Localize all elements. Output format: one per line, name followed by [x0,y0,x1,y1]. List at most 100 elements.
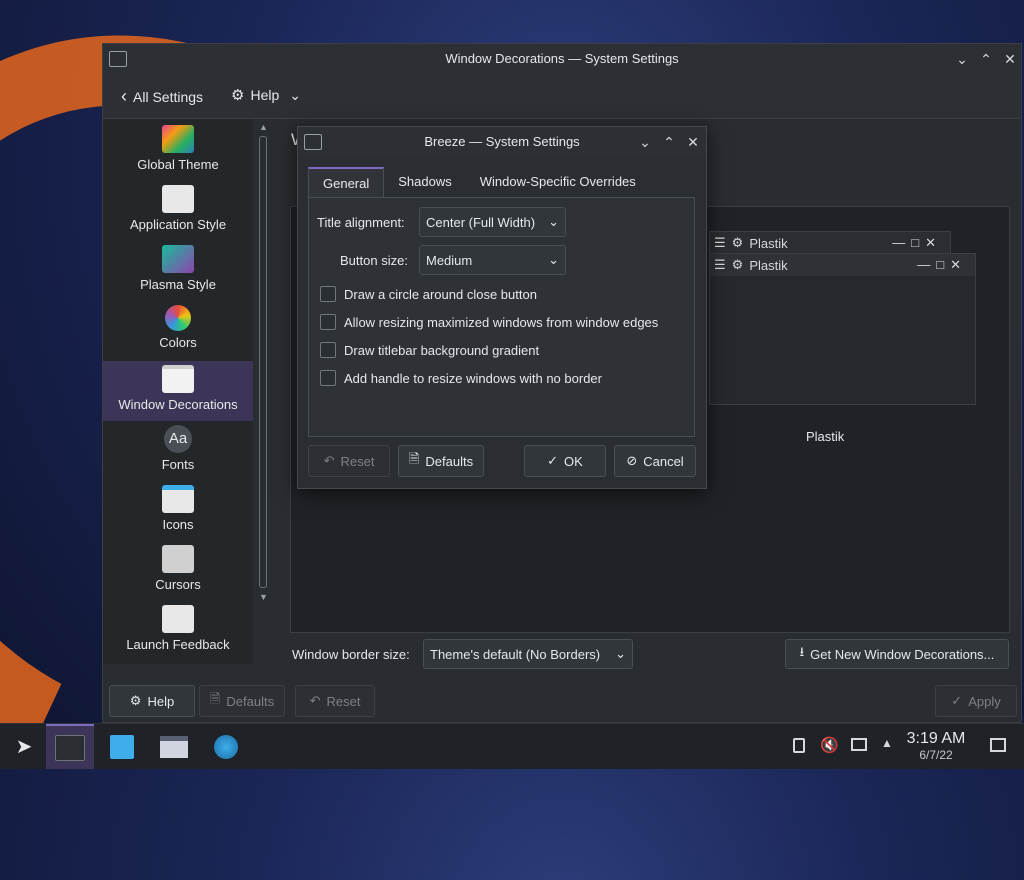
get-new-decorations-button[interactable]: ⭳ Get New Window Decorations... [785,639,1009,669]
cancel-icon: ⊘ [626,453,638,468]
sidebar-label: Window Decorations [118,397,238,412]
sidebar-label: Fonts [161,457,195,472]
preview-titlebar-front: ☰ ⚙ Plastik —□✕ [710,254,975,276]
sidebar-item-plasma-style[interactable]: Plasma Style [103,241,253,301]
sidebar-item-icons[interactable]: Icons [103,481,253,541]
back-all-settings-button[interactable]: ‹ All Settings [121,86,203,107]
dialog-cancel-button[interactable]: ⊘ Cancel [614,445,696,477]
gear-icon: ⚙ [731,257,744,272]
checkbox[interactable] [320,342,336,358]
taskbar-file-manager[interactable] [150,724,198,769]
button-size-value: Medium [426,252,473,268]
checkmark-icon: ✓ [951,693,963,708]
checkbox-label: Allow resizing maximized windows from wi… [344,314,659,330]
taskbar-browser[interactable] [202,724,250,769]
document-icon: 🗎 [209,691,221,706]
tab-general[interactable]: General [308,167,385,197]
dialog-cancel-label: Cancel [643,453,684,469]
title-alignment-combobox[interactable]: Center (Full Width) ⌄ [419,207,566,237]
checkbox-row[interactable]: Allow resizing maximized windows from wi… [320,314,658,330]
global-theme-icon [162,125,194,153]
help-menu-button[interactable]: ⚙ Help ⌄ [231,86,301,105]
chevron-down-icon: ⌄ [289,86,301,103]
sidebar-item-fonts[interactable]: Aa Fonts [103,421,253,481]
close-button[interactable]: ✕ [999,48,1021,70]
dialog-reset-button[interactable]: ↶ Reset [308,445,390,477]
launch-feedback-icon [162,605,194,633]
checkbox[interactable] [320,286,336,302]
preview-window-buttons: —□✕ [917,257,967,272]
chevron-down-icon: ⌄ [548,252,559,267]
main-toolbar: ‹ All Settings ⚙ Help ⌄ [103,74,1021,119]
brush-icon [162,185,194,213]
checkbox[interactable] [320,314,336,330]
checkbox-row[interactable]: Draw titlebar background gradient [320,342,539,358]
title-alignment-value: Center (Full Width) [426,214,536,230]
footer-help-label: Help [147,693,175,709]
network-icon[interactable] [851,738,867,751]
footer-help-button[interactable]: ⚙ Help [109,685,195,717]
footer-defaults-button[interactable]: 🗎 Defaults [199,685,285,717]
show-desktop-icon[interactable] [990,738,1006,752]
dialog-titlebar[interactable]: Breeze — System Settings ⌄ ⌃ ✕ [298,127,706,157]
undo-icon: ↶ [309,693,321,708]
get-new-label: Get New Window Decorations... [810,646,995,662]
dialog-ok-button[interactable]: ✓ OK [524,445,606,477]
sidebar-scrollbar[interactable]: ▲ ▼ [259,122,268,667]
scroll-up-arrow[interactable]: ▲ [259,122,268,132]
sidebar-item-colors[interactable]: Colors [103,301,253,361]
sidebar-label: Cursors [155,577,201,592]
general-tab-panel: Title alignment: Center (Full Width) ⌄ B… [308,197,695,437]
dialog-minimize-button[interactable]: ⌄ [634,131,656,153]
volume-muted-icon[interactable]: 🔇 [820,736,839,754]
preview-front-window[interactable]: ☰ ⚙ Plastik —□✕ [709,253,976,405]
scroll-down-arrow[interactable]: ▼ [259,592,268,602]
dialog-close-button[interactable]: ✕ [682,131,704,153]
button-size-label: Button size: [340,253,408,268]
dialog-defaults-label: Defaults [425,453,474,469]
clipboard-icon[interactable] [793,738,805,753]
sidebar: Global Theme Application Style Plasma St… [103,119,253,664]
footer-reset-button[interactable]: ↶ Reset [295,685,375,717]
minimize-button[interactable]: ⌄ [951,48,973,70]
sidebar-item-global-theme[interactable]: Global Theme [103,121,253,181]
button-size-combobox[interactable]: Medium ⌄ [419,245,566,275]
download-icon: ⭳ [799,644,805,659]
menu-icon: ☰ [714,235,726,250]
checkbox-row[interactable]: Draw a circle around close button [320,286,537,302]
window-decorations-icon [162,365,194,393]
application-launcher-button[interactable]: ➤ [0,724,48,769]
clock-time: 3:19 AM [906,730,966,747]
preview-theme-name: Plastik [749,257,788,273]
sidebar-item-application-style[interactable]: Application Style [103,181,253,241]
border-size-combobox[interactable]: Theme's default (No Borders) ⌄ [423,639,633,669]
sidebar-item-launch-feedback[interactable]: Launch Feedback [103,601,253,661]
sidebar-label: Colors [159,335,197,350]
chevron-down-icon: ⌄ [548,214,559,229]
clock[interactable]: 3:19 AM 6/7/22 [902,730,970,762]
main-window-title: Window Decorations — System Settings [445,51,679,66]
tab-shadows[interactable]: Shadows [384,167,465,197]
tab-window-specific-overrides[interactable]: Window-Specific Overrides [466,167,650,197]
fonts-icon: Aa [164,425,192,453]
checkmark-icon: ✓ [547,453,559,468]
tray-expand-icon[interactable]: ▲ [881,736,893,750]
lifebuoy-icon: ⚙ [129,693,142,708]
maximize-button[interactable]: ⌃ [975,48,997,70]
scroll-thumb[interactable] [259,136,267,588]
taskbar-discover[interactable] [98,724,146,769]
sidebar-item-cursors[interactable]: Cursors [103,541,253,601]
dialog-reset-label: Reset [340,453,375,469]
checkbox[interactable] [320,370,336,386]
dialog-defaults-button[interactable]: 🗎 Defaults [398,445,484,477]
footer-apply-button[interactable]: ✓ Apply [935,685,1017,717]
breeze-settings-dialog: Breeze — System Settings ⌄ ⌃ ✕ General S… [297,126,707,489]
dialog-maximize-button[interactable]: ⌃ [658,131,680,153]
back-label: All Settings [133,88,204,105]
checkbox-row[interactable]: Add handle to resize windows with no bor… [320,370,602,386]
cursor-icon [162,545,194,573]
globe-icon [214,734,238,759]
taskbar-system-settings[interactable] [46,724,94,769]
main-titlebar[interactable]: Window Decorations — System Settings ⌄ ⌃… [103,44,1021,74]
sidebar-item-window-decorations[interactable]: Window Decorations [103,361,253,421]
